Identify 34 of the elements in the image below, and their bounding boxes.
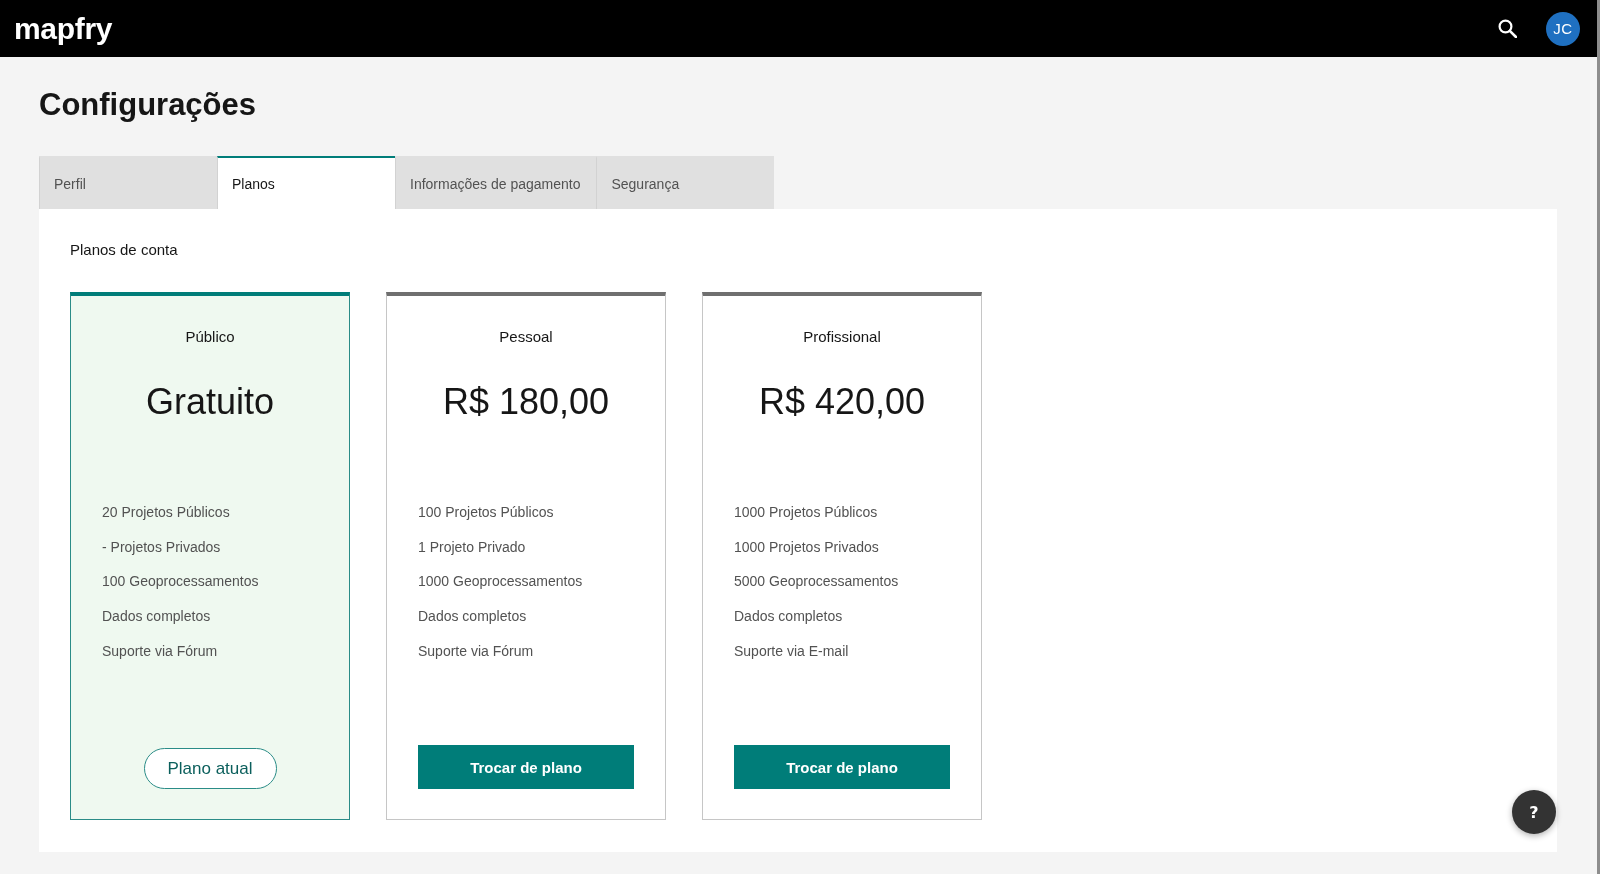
section-title: Planos de conta bbox=[70, 241, 178, 259]
plan-feature: 1000 Projetos Privados bbox=[734, 537, 879, 557]
plan-feature: Suporte via Fórum bbox=[102, 641, 218, 661]
plan-feature: Dados completos bbox=[734, 607, 843, 627]
plan-price: R$ 420,00 bbox=[758, 380, 926, 424]
plan-price: R$ 180,00 bbox=[442, 380, 610, 424]
plan-name: Público bbox=[185, 327, 235, 347]
plan-name: Profissional bbox=[803, 327, 881, 347]
plan-price: Gratuito bbox=[145, 380, 275, 424]
scrollbar[interactable] bbox=[1597, 0, 1600, 874]
logo[interactable]: mapfry bbox=[14, 11, 113, 46]
plan-feature: Suporte via Fórum bbox=[418, 641, 534, 661]
plan-feature: 100 Projetos Públicos bbox=[418, 503, 554, 522]
tab[interactable]: Segurança bbox=[596, 156, 775, 209]
plan-feature: 100 Geoprocessamentos bbox=[102, 572, 259, 592]
change-plan-button[interactable]: Trocar de plano bbox=[734, 745, 950, 789]
search-icon[interactable] bbox=[1498, 19, 1517, 38]
avatar[interactable]: JC bbox=[1546, 11, 1580, 46]
tab[interactable]: Planos bbox=[217, 156, 395, 209]
plan-feature: Dados completos bbox=[102, 607, 211, 627]
plan-feature: - Projetos Privados bbox=[102, 537, 221, 557]
plan-feature: 1000 Projetos Públicos bbox=[734, 503, 878, 522]
tab[interactable]: Informações de pagamento bbox=[395, 156, 597, 209]
plan-name: Pessoal bbox=[499, 327, 553, 347]
tab[interactable]: Perfil bbox=[39, 156, 217, 209]
current-plan-button[interactable]: Plano atual bbox=[143, 748, 277, 789]
plan-feature: 20 Projetos Públicos bbox=[102, 503, 230, 522]
plan-feature: Dados completos bbox=[418, 607, 527, 627]
plan-feature: 1 Projeto Privado bbox=[418, 537, 526, 557]
change-plan-button[interactable]: Trocar de plano bbox=[418, 745, 634, 789]
plan-feature: Suporte via E-mail bbox=[734, 641, 849, 661]
plan-feature: 5000 Geoprocessamentos bbox=[734, 572, 899, 592]
page-title: Configurações bbox=[39, 86, 257, 124]
plan-feature: 1000 Geoprocessamentos bbox=[418, 572, 583, 592]
